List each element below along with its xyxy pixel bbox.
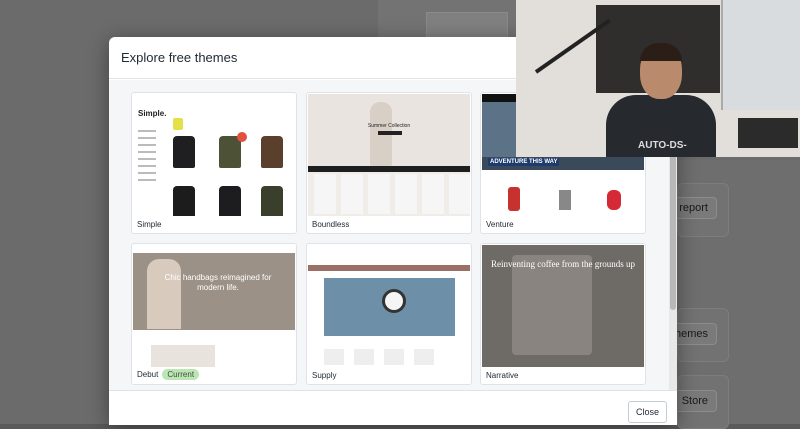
thumb-band (308, 166, 470, 172)
thumb-image (151, 345, 215, 367)
theme-name: Narrative (486, 371, 519, 380)
theme-name: Simple (137, 220, 162, 229)
thumb-heading: Summer Collection (367, 123, 411, 129)
product-image (354, 349, 374, 365)
modal-footer: Close (109, 390, 677, 425)
product-image (384, 349, 404, 365)
theme-name: Venture (486, 220, 514, 229)
product-image (508, 187, 520, 211)
background-preview-box (426, 12, 508, 40)
theme-name: Supply (312, 371, 337, 380)
theme-card-narrative[interactable]: Reinventing coffee from the grounds up N… (480, 243, 646, 385)
cursor-icon (173, 118, 183, 130)
product-image (368, 174, 390, 214)
theme-thumbnail-supply (308, 245, 470, 367)
theme-thumbnail-boundless: Summer Collection (308, 94, 470, 216)
theme-card-simple[interactable]: Simple. Simple (131, 92, 297, 234)
current-badge: Current (162, 369, 200, 380)
thumb-nav (138, 130, 156, 186)
thumb-logo: Simple. (138, 109, 167, 118)
product-image (219, 186, 241, 216)
theme-card-supply[interactable]: Supply (306, 243, 472, 385)
thumb-band (308, 265, 470, 271)
theme-thumbnail-narrative: Reinventing coffee from the grounds up (482, 245, 644, 367)
product-image (449, 174, 470, 214)
printer (738, 118, 798, 148)
modal-title: Explore free themes (121, 50, 238, 65)
product-image (314, 174, 336, 214)
sale-badge (237, 132, 247, 142)
product-image (261, 136, 283, 168)
thumb-header (308, 245, 470, 266)
thumb-model (147, 259, 181, 329)
theme-name: Debut Current (137, 369, 200, 380)
theme-thumbnail-debut: Chic handbags reimagined for modern life… (133, 245, 295, 367)
theme-name: Boundless (312, 220, 350, 229)
thumb-button (378, 131, 402, 135)
theme-thumbnail-simple: Simple. (133, 94, 295, 216)
shirt-text: AUTO-DS- (638, 140, 687, 151)
thumb-bar (133, 245, 295, 253)
thumb-heading: Reinventing coffee from the grounds up (490, 259, 636, 269)
product-image (607, 190, 621, 210)
thumb-watch (382, 289, 406, 313)
webcam-overlay: AUTO-DS- (516, 0, 800, 157)
product-image (414, 349, 434, 365)
product-image (422, 174, 444, 214)
product-image (341, 174, 363, 214)
product-image (559, 190, 571, 210)
product-image (173, 186, 195, 216)
product-image (395, 174, 417, 214)
product-image (261, 186, 283, 216)
product-image (324, 349, 344, 365)
thumb-heading: Chic handbags reimagined for modern life… (164, 273, 272, 292)
close-button[interactable]: Close (628, 401, 667, 423)
thumb-coffee-image (512, 255, 592, 355)
webcam-window (721, 0, 800, 110)
product-image (219, 136, 241, 168)
theme-card-debut[interactable]: Chic handbags reimagined for modern life… (131, 243, 297, 385)
theme-card-boundless[interactable]: Summer Collection Boundless (306, 92, 472, 234)
product-image (173, 136, 195, 168)
thumb-heading: ADVENTURE THIS WAY (488, 158, 560, 166)
